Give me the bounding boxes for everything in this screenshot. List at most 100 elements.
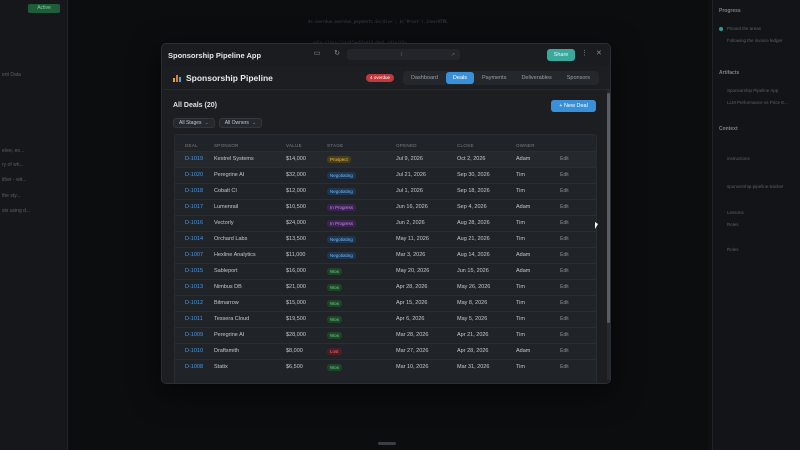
deal-id-link[interactable]: D-1011 xyxy=(175,310,214,327)
table-row[interactable]: D-1008 Statix $6,500 Won Mar 10, 2026 Mar 31,… xyxy=(175,358,596,375)
table-row[interactable]: D-1014 Orchard Labs $13,500 Negotiating May … xyxy=(175,230,596,247)
folder-icon[interactable]: ▭ xyxy=(312,49,322,59)
deal-id-link[interactable]: D-1019 xyxy=(175,150,214,167)
deal-id-link[interactable]: D-1016 xyxy=(175,214,214,231)
table-row[interactable]: D-1010 Draftsmith $8,000 Lost Mar 27, 2026 Ap… xyxy=(175,342,596,359)
close-cell: Aug 28, 2026 xyxy=(457,214,516,231)
table-row[interactable]: D-1012 Bitmarrow $15,000 Won Apr 15, 2026 May… xyxy=(175,294,596,311)
owner-filter-select[interactable]: All Owners ⌄ xyxy=(218,118,263,128)
table-row[interactable]: D-1019 Kestrel Systems $14,000 Prospect Jul … xyxy=(175,150,596,167)
stage-badge: Won xyxy=(327,283,343,291)
overdue-badge[interactable]: 4 overdue xyxy=(366,74,395,82)
stage-cell: In Progress xyxy=(327,198,396,215)
opened-cell: Jun 16, 2026 xyxy=(396,198,457,215)
app-title: Sponsorship Pipeline xyxy=(186,72,273,83)
deals-table-body: D-1019 Kestrel Systems $14,000 Prospect Jul … xyxy=(175,150,596,375)
deal-id-link[interactable]: D-1009 xyxy=(175,326,214,343)
tab-sponsors[interactable]: Sponsors xyxy=(560,72,597,84)
edit-button[interactable]: Edit xyxy=(560,214,596,231)
table-row[interactable]: D-1018 Cobalt CI $12,000 Negotiating Jul 1, … xyxy=(175,182,596,199)
deal-id-link[interactable]: D-1008 xyxy=(175,358,214,375)
artifact-item[interactable]: LLM Performance vs Price E... xyxy=(727,100,788,105)
table-row[interactable]: D-1017 Lumenrail $10,500 In Progress Jun 16,… xyxy=(175,198,596,215)
open-external-icon[interactable]: ↗ xyxy=(451,52,455,58)
stage-cell: Negotiating xyxy=(327,182,396,199)
edit-button[interactable]: Edit xyxy=(560,358,596,375)
deal-id-link[interactable]: D-1015 xyxy=(175,262,214,279)
stage-filter-value: All Stages xyxy=(179,120,202,126)
tab-deliverables[interactable]: Deliverables xyxy=(514,72,558,84)
scrollbar[interactable] xyxy=(607,90,610,380)
table-row[interactable]: D-1007 Hexline Analytics $11,000 Negotiatin… xyxy=(175,246,596,263)
table-header-row: DEAL SPONSOR VALUE STAGE OPENED CLOSE OW… xyxy=(175,135,596,151)
opened-cell: Mar 28, 2026 xyxy=(396,326,457,343)
deal-id-link[interactable]: D-1007 xyxy=(175,246,214,263)
edit-button[interactable]: Edit xyxy=(560,230,596,247)
background-left-item: the sty... xyxy=(2,193,21,199)
new-deal-button[interactable]: + New Deal xyxy=(551,100,596,112)
refresh-icon[interactable]: ↻ xyxy=(332,49,342,59)
tab-dashboard[interactable]: Dashboard xyxy=(404,72,445,84)
stage-cell: Won xyxy=(327,358,396,375)
table-row[interactable]: D-1016 Vectorly $24,000 In Progress Jun 2, 2… xyxy=(175,214,596,231)
modal-title: Sponsorship Pipeline App xyxy=(168,50,262,60)
edit-button[interactable]: Edit xyxy=(560,150,596,167)
column-header-deal[interactable]: DEAL xyxy=(175,135,214,151)
progress-item: Following the invoice ledger xyxy=(727,38,783,43)
deal-id-link[interactable]: D-1020 xyxy=(175,166,214,183)
app-header: Sponsorship Pipeline 4 overdue Dashboard… xyxy=(163,66,610,90)
tab-deals[interactable]: Deals xyxy=(445,72,474,84)
column-header-stage[interactable]: STAGE xyxy=(327,135,396,151)
stage-badge: Won xyxy=(327,267,343,275)
edit-button[interactable]: Edit xyxy=(560,246,596,263)
deal-id-link[interactable]: D-1010 xyxy=(175,342,214,359)
progress-check-icon xyxy=(719,27,723,31)
table-row[interactable]: D-1011 Tessera Cloud $19,500 Won Apr 6, 2026… xyxy=(175,310,596,327)
edit-button[interactable]: Edit xyxy=(560,262,596,279)
stage-cell: Won xyxy=(327,294,396,311)
edit-button[interactable]: Edit xyxy=(560,182,596,199)
table-row[interactable]: D-1015 Sableport $16,000 Won May 20, 2026 Jun… xyxy=(175,262,596,279)
scrollbar-thumb[interactable] xyxy=(607,93,610,323)
stage-badge: Lost xyxy=(327,347,342,355)
close-cell: Jun 15, 2026 xyxy=(457,262,516,279)
bottom-handle[interactable] xyxy=(378,442,396,445)
sponsor-cell: Sableport xyxy=(214,262,286,279)
table-row[interactable]: D-1013 Nimbus DB $21,000 Won Apr 28, 2026 May… xyxy=(175,278,596,295)
column-header-value[interactable]: VALUE xyxy=(286,135,327,151)
chart-logo-icon xyxy=(173,74,181,82)
table-row[interactable]: D-1009 Peregrine AI $28,000 Won Mar 28, 2026… xyxy=(175,326,596,343)
deal-id-link[interactable]: D-1014 xyxy=(175,230,214,247)
stage-badge: Prospect xyxy=(327,155,351,163)
close-icon[interactable]: ✕ xyxy=(596,49,602,57)
edit-button[interactable]: Edit xyxy=(560,326,596,343)
url-field[interactable]: / ↗ xyxy=(347,49,460,60)
deal-id-link[interactable]: D-1018 xyxy=(175,182,214,199)
deal-id-link[interactable]: D-1017 xyxy=(175,198,214,215)
stage-filter-select[interactable]: All Stages ⌄ xyxy=(173,118,215,128)
table-row[interactable]: D-1020 Peregrine AI $32,000 Negotiating Jul … xyxy=(175,166,596,183)
edit-button[interactable]: Edit xyxy=(560,166,596,183)
edit-button[interactable]: Edit xyxy=(560,310,596,327)
owner-cell: Tim xyxy=(516,310,560,327)
owner-cell: Adam xyxy=(516,150,560,167)
sponsor-cell: Lumenrail xyxy=(214,198,286,215)
opened-cell: Mar 3, 2026 xyxy=(396,246,457,263)
tab-payments[interactable]: Payments xyxy=(475,72,513,84)
column-header-opened[interactable]: OPENED xyxy=(396,135,457,151)
edit-button[interactable]: Edit xyxy=(560,294,596,311)
column-header-owner[interactable]: OWNER xyxy=(516,135,560,151)
stage-badge: Negotiating xyxy=(327,187,356,195)
column-header-close[interactable]: CLOSE xyxy=(457,135,516,151)
sponsor-cell: Hexline Analytics xyxy=(214,246,286,263)
column-header-sponsor[interactable]: SPONSOR xyxy=(214,135,286,151)
owner-cell: Tim xyxy=(516,294,560,311)
artifact-item[interactable]: Sponsorship Pipeline App xyxy=(727,88,778,93)
deal-id-link[interactable]: D-1013 xyxy=(175,278,214,295)
edit-button[interactable]: Edit xyxy=(560,342,596,359)
share-button[interactable]: Share xyxy=(547,49,575,61)
edit-button[interactable]: Edit xyxy=(560,278,596,295)
more-options-icon[interactable]: ⋮ xyxy=(581,49,588,57)
deal-id-link[interactable]: D-1012 xyxy=(175,294,214,311)
edit-button[interactable]: Edit xyxy=(560,198,596,215)
